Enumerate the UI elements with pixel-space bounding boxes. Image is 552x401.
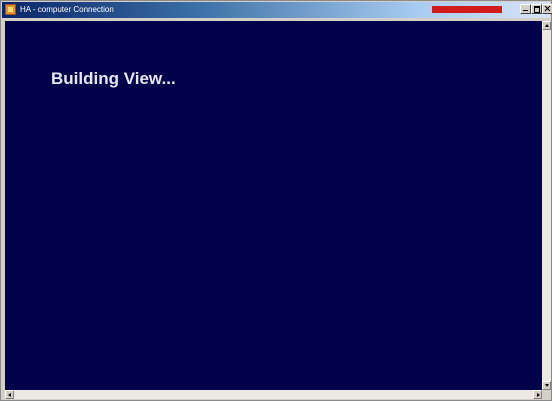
scrollbar-corner [542,390,551,399]
title-bar[interactable]: HA - computer Connection [2,2,552,18]
arrow-right-icon [537,393,540,397]
remote-connection-window: HA - computer Connection Building View..… [0,0,552,401]
scroll-left-button[interactable] [5,390,14,399]
app-icon[interactable] [5,4,16,15]
vertical-scrollbar[interactable] [542,21,551,390]
close-button[interactable] [542,4,552,14]
arrow-down-icon [545,384,549,387]
window-title: HA - computer Connection [20,5,114,14]
connection-progress-bar [432,6,506,13]
maximize-button[interactable] [531,4,542,14]
scroll-right-button[interactable] [533,390,542,399]
status-text: Building View... [51,69,176,88]
horizontal-scrollbar[interactable] [5,390,542,399]
arrow-left-icon [8,393,11,397]
remote-view-area[interactable]: Building View... [5,21,542,390]
arrow-up-icon [545,24,549,27]
connection-progress-fill [432,6,503,13]
scroll-up-button[interactable] [542,21,551,30]
minimize-button[interactable] [520,4,531,14]
scroll-down-button[interactable] [542,381,551,390]
